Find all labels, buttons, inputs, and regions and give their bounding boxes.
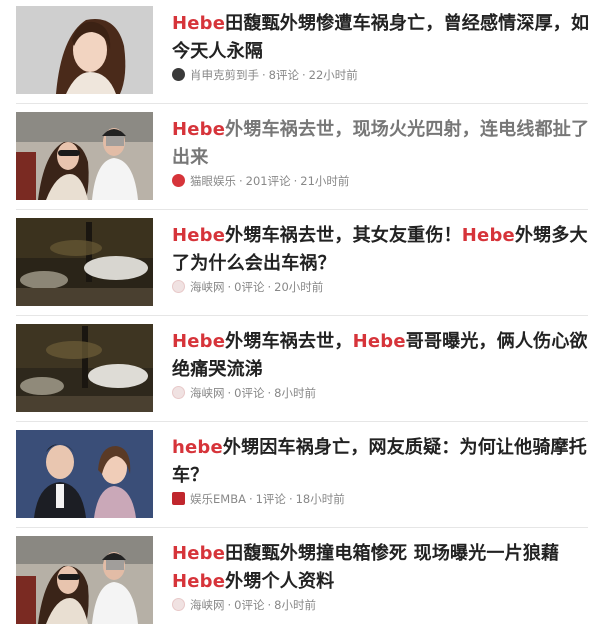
title-part: Hebe	[172, 331, 226, 352]
avatar-icon	[172, 68, 185, 81]
title-part: hebe	[172, 437, 223, 458]
title-part: 田馥甄外甥惨遭车祸身亡，曾经感情深厚，如今天人永隔	[172, 13, 590, 62]
news-title[interactable]: Hebe田馥甄外甥撞电箱惨死 现场曝光一片狼藉 Hebe外甥个人资料	[172, 540, 592, 596]
news-title[interactable]: Hebe外甥车祸去世，Hebe哥哥曝光，俩人伤心欲绝痛哭流涕	[172, 328, 592, 384]
meta-separator: ·	[267, 280, 272, 294]
meta-separator: ·	[288, 492, 293, 506]
news-thumbnail[interactable]	[16, 6, 153, 94]
news-item[interactable]: Hebe田馥甄外甥惨遭车祸身亡，曾经感情深厚，如今天人永隔 肖申克剪到手 · 8评论…	[0, 0, 600, 104]
divider	[16, 209, 588, 210]
news-time: 22小时前	[308, 68, 358, 82]
meta-separator: ·	[248, 492, 253, 506]
news-source[interactable]: 猫眼娱乐	[190, 174, 236, 188]
news-thumbnail[interactable]	[16, 430, 153, 518]
meta-separator: ·	[227, 280, 232, 294]
meta-separator: ·	[239, 174, 243, 188]
comment-count[interactable]: 1评论	[256, 492, 286, 506]
news-meta: 海峡网 · 0评论 · 8小时前	[172, 384, 316, 402]
comment-count[interactable]: 8评论	[269, 68, 299, 82]
meta-separator: ·	[227, 386, 232, 400]
emba-icon	[172, 492, 185, 505]
title-part: Hebe	[172, 543, 226, 564]
news-time: 18小时前	[295, 492, 345, 506]
divider	[16, 315, 588, 316]
news-title[interactable]: Hebe田馥甄外甥惨遭车祸身亡，曾经感情深厚，如今天人永隔	[172, 10, 592, 66]
haixia-icon	[172, 280, 185, 293]
news-time: 8小时前	[274, 386, 316, 400]
news-meta: 海峡网 · 0评论 · 20小时前	[172, 278, 323, 296]
news-time: 21小时前	[300, 174, 350, 188]
title-part: Hebe	[172, 225, 226, 246]
comment-count[interactable]: 201评论	[246, 174, 291, 188]
news-meta: 猫眼娱乐 · 201评论 · 21小时前	[172, 172, 349, 190]
news-source[interactable]: 肖申克剪到手	[190, 68, 259, 82]
cat-icon	[172, 174, 185, 187]
news-meta: 娱乐EMBA · 1评论 · 18小时前	[172, 490, 345, 508]
divider	[16, 103, 588, 104]
title-part: Hebe	[172, 571, 226, 592]
meta-separator: ·	[262, 68, 266, 82]
news-source[interactable]: 海峡网	[190, 280, 225, 294]
comment-count[interactable]: 0评论	[234, 386, 264, 400]
news-thumbnail[interactable]	[16, 218, 153, 306]
news-item[interactable]: Hebe田馥甄外甥撞电箱惨死 现场曝光一片狼藉 Hebe外甥个人资料 海峡网 · 0…	[0, 530, 600, 634]
news-title[interactable]: Hebe外甥车祸去世，现场火光四射，连电线都扯了出来	[172, 116, 592, 172]
comment-count[interactable]: 0评论	[234, 598, 264, 612]
news-source[interactable]: 海峡网	[190, 598, 225, 612]
title-part: Hebe	[461, 225, 515, 246]
title-part: 外甥因车祸身亡，网友质疑：为何让他骑摩托车？	[172, 437, 587, 486]
meta-separator: ·	[293, 174, 298, 188]
news-source[interactable]: 海峡网	[190, 386, 225, 400]
haixia-icon	[172, 386, 185, 399]
title-part: 外甥车祸去世，其女友重伤！	[225, 225, 462, 246]
meta-separator: ·	[301, 68, 306, 82]
meta-separator: ·	[227, 598, 232, 612]
divider	[16, 527, 588, 528]
title-part: Hebe	[172, 13, 226, 34]
news-thumbnail[interactable]	[16, 112, 153, 200]
news-meta: 肖申克剪到手 · 8评论 · 22小时前	[172, 66, 358, 84]
comment-count[interactable]: 0评论	[234, 280, 264, 294]
news-item[interactable]: hebe外甥因车祸身亡，网友质疑：为何让他骑摩托车？ 娱乐EMBA · 1评论 · 18…	[0, 424, 600, 528]
news-title[interactable]: Hebe外甥车祸去世，其女友重伤！Hebe外甥多大了为什么会出车祸？	[172, 222, 592, 278]
news-thumbnail[interactable]	[16, 536, 153, 624]
news-time: 20小时前	[274, 280, 324, 294]
news-time: 8小时前	[274, 598, 316, 612]
haixia-icon	[172, 598, 185, 611]
news-meta: 海峡网 · 0评论 · 8小时前	[172, 596, 316, 614]
title-part: Hebe	[352, 331, 406, 352]
meta-separator: ·	[267, 598, 272, 612]
news-item[interactable]: Hebe外甥车祸去世，Hebe哥哥曝光，俩人伤心欲绝痛哭流涕 海峡网 · 0评论 · 8…	[0, 318, 600, 422]
title-part: 田馥甄外甥撞电箱惨死 现场曝光一片狼藉	[225, 543, 560, 564]
meta-separator: ·	[267, 386, 272, 400]
title-part: Hebe	[172, 119, 226, 140]
divider	[16, 421, 588, 422]
news-source[interactable]: 娱乐EMBA	[190, 492, 246, 506]
title-part: 外甥个人资料	[225, 571, 335, 592]
news-thumbnail[interactable]	[16, 324, 153, 412]
title-part: 外甥车祸去世，现场火光四射，连电线都扯了出来	[172, 119, 590, 168]
news-item[interactable]: Hebe外甥车祸去世，现场火光四射，连电线都扯了出来 猫眼娱乐 · 201评论 · 21…	[0, 106, 600, 210]
title-part: 外甥车祸去世，	[225, 331, 353, 352]
news-title[interactable]: hebe外甥因车祸身亡，网友质疑：为何让他骑摩托车？	[172, 434, 592, 490]
news-item[interactable]: Hebe外甥车祸去世，其女友重伤！Hebe外甥多大了为什么会出车祸？ 海峡网 · 0…	[0, 212, 600, 316]
